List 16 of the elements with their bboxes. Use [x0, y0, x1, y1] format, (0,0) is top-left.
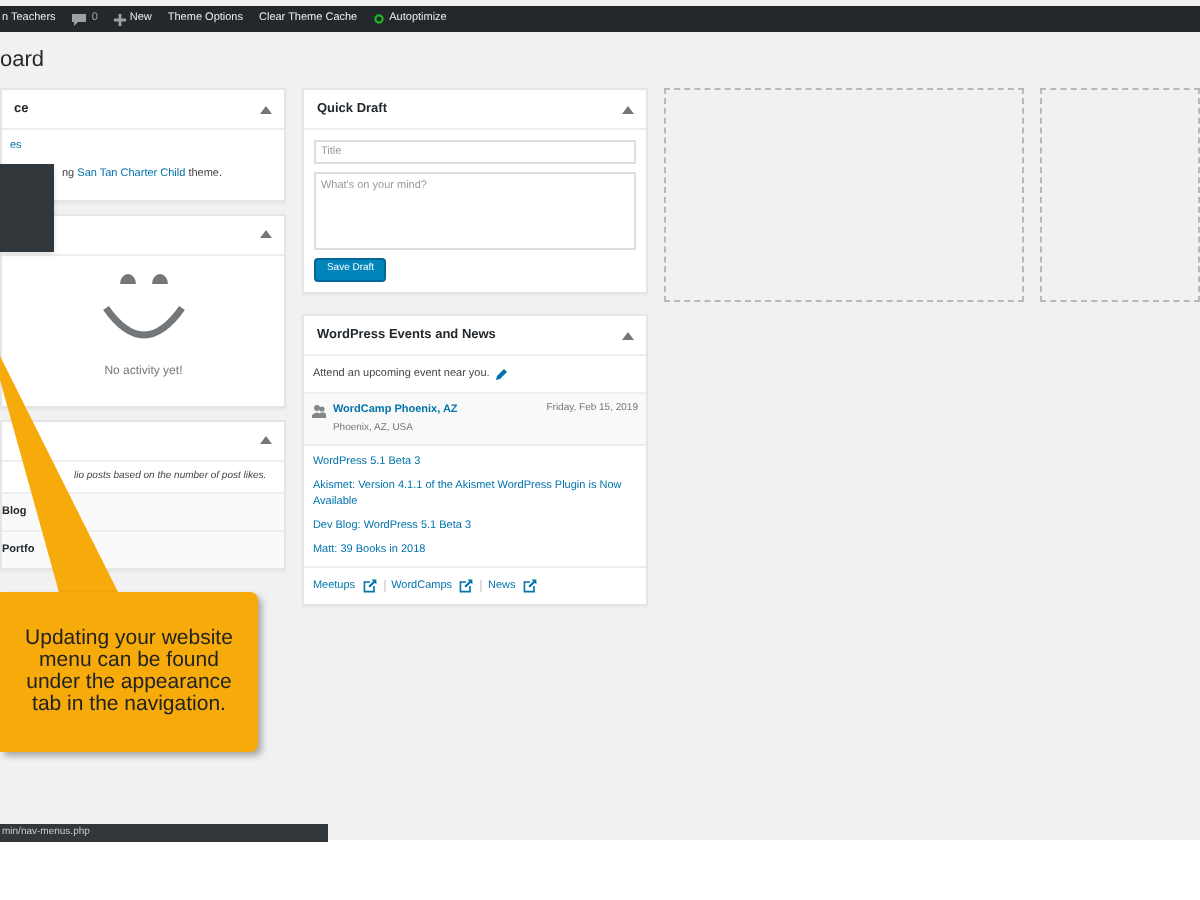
page-title: oard: [0, 45, 45, 76]
callout-text: Updating your website menu can be found under the appearance tab in the navigation.: [23, 628, 235, 716]
external-link-icon: [521, 578, 538, 595]
status-ring-icon: [373, 14, 384, 24]
collapse-caret-icon[interactable]: [622, 105, 634, 113]
external-link-icon: [458, 578, 475, 595]
people-icon: [312, 404, 327, 419]
tooltip-background: [0, 164, 54, 252]
comment-bubble-icon: [71, 13, 86, 25]
plus-icon: [113, 13, 126, 25]
collapse-caret-icon[interactable]: [260, 436, 273, 444]
pencil-icon[interactable]: [495, 368, 508, 381]
collapse-caret-icon[interactable]: [260, 230, 273, 238]
collapse-caret-icon[interactable]: [260, 105, 273, 113]
external-link-icon: [361, 578, 378, 595]
collapse-caret-icon[interactable]: [622, 331, 634, 339]
